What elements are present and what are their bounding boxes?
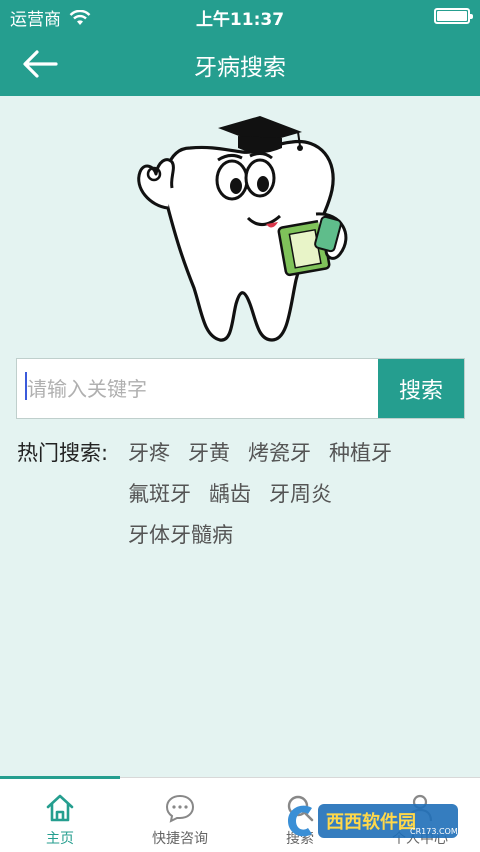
hot-tag[interactable]: 牙周炎 (269, 478, 332, 519)
status-bar: 运营商 上午11:37 (0, 0, 480, 32)
tab-home[interactable]: 主页 (0, 778, 120, 852)
hot-search-label: 热门搜索: (17, 441, 109, 465)
hot-search-row: 牙疼 牙黄 烤瓷牙 种植牙 (128, 437, 468, 478)
tab-quick-consult[interactable]: 快捷咨询 (120, 778, 240, 852)
hot-tag[interactable]: 牙黄 (188, 437, 230, 478)
watermark-url: CR173.COM (410, 827, 458, 836)
battery-icon (434, 8, 473, 24)
hot-tag[interactable]: 牙体牙髓病 (128, 519, 233, 560)
page-title: 牙病搜索 (194, 55, 286, 81)
tab-label: 快捷咨询 (152, 831, 208, 847)
hot-tag[interactable]: 龋齿 (209, 478, 251, 519)
home-icon (46, 794, 74, 822)
hot-search-row: 牙体牙髓病 (128, 519, 468, 560)
status-time: 上午11:37 (195, 10, 285, 30)
watermark-brand: 西西软件园 (326, 811, 416, 833)
search-box: 搜索 (16, 358, 465, 419)
hot-tag[interactable]: 牙疼 (128, 437, 170, 478)
tooth-mascot-illustration (137, 116, 348, 342)
hot-search-row: 氟斑牙 龋齿 牙周炎 (128, 478, 468, 519)
hot-tag[interactable]: 烤瓷牙 (248, 437, 311, 478)
search-button[interactable]: 搜索 (378, 359, 464, 418)
watermark-logo: 西西软件园 CR173.COM (288, 804, 458, 838)
tab-label: 主页 (46, 831, 74, 847)
hot-tag[interactable]: 种植牙 (329, 437, 392, 478)
nav-bar: 牙病搜索 (0, 32, 480, 96)
status-right (434, 8, 473, 24)
search-input[interactable] (17, 359, 378, 418)
hot-tag[interactable]: 氟斑牙 (128, 478, 191, 519)
hot-search-tags: 牙疼 牙黄 烤瓷牙 种植牙 氟斑牙 龋齿 牙周炎 牙体牙髓病 (128, 437, 468, 560)
text-caret (25, 372, 27, 400)
chat-icon (165, 794, 195, 823)
